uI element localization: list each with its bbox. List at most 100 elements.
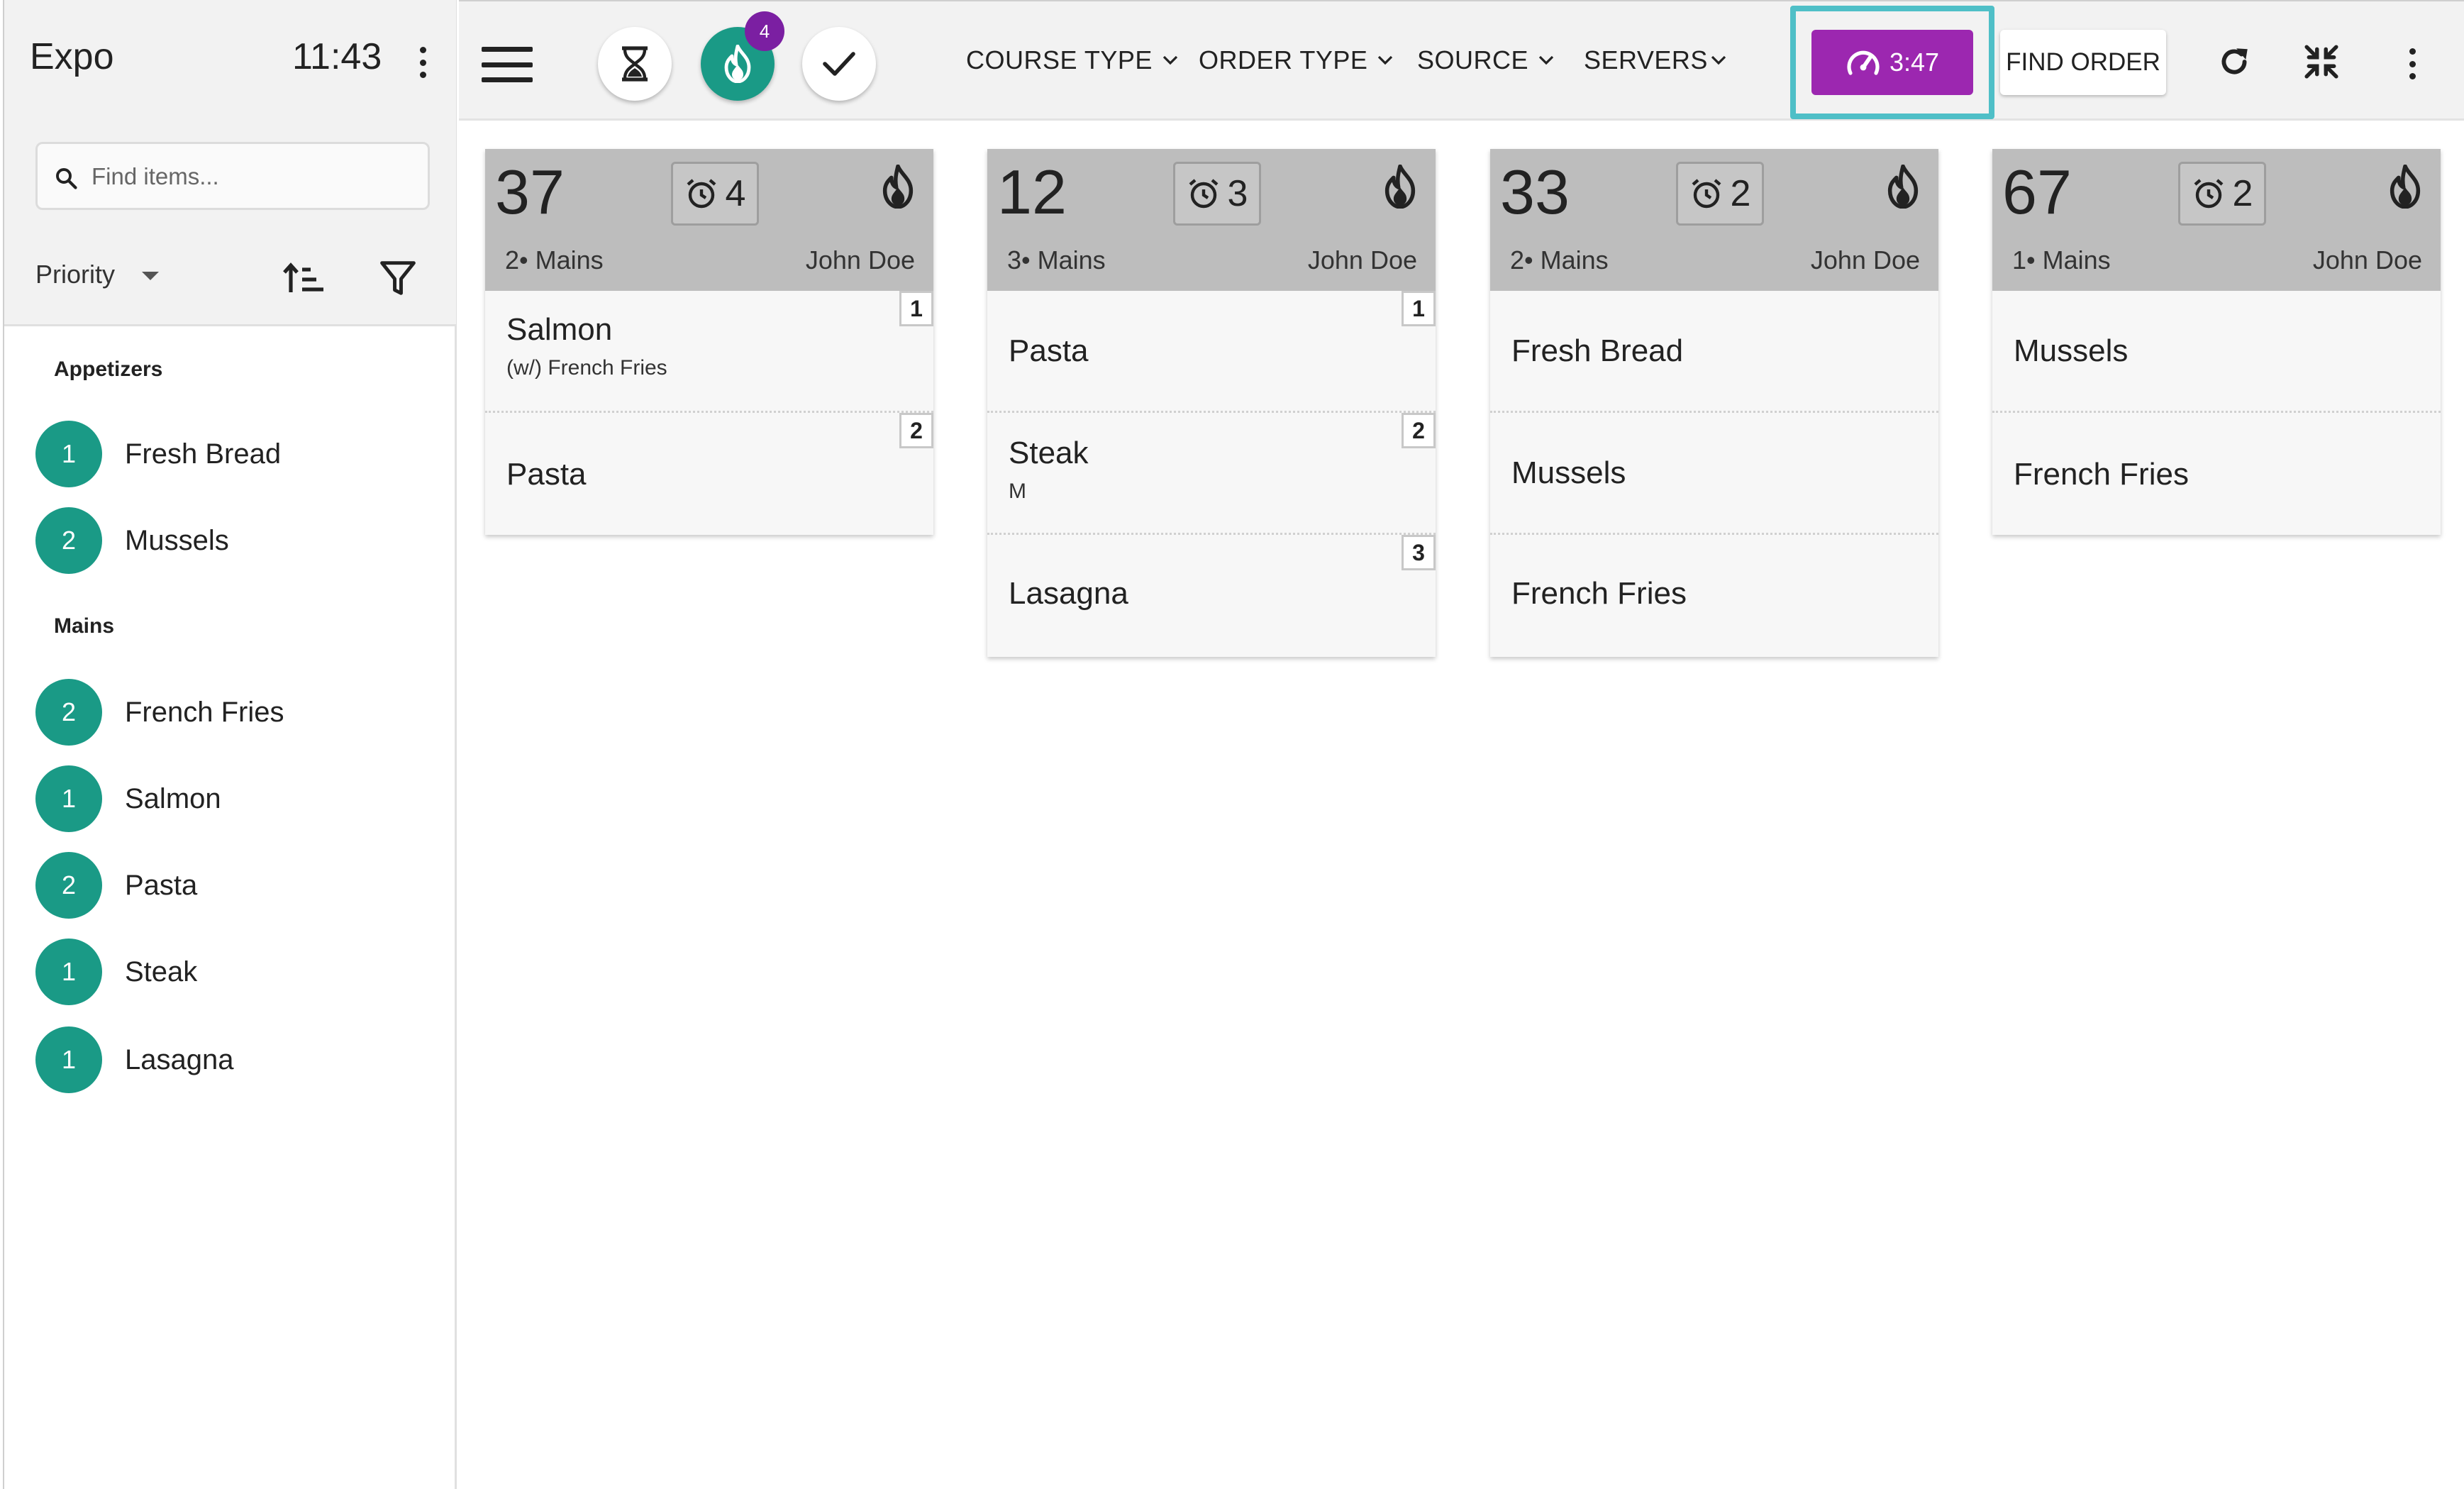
item-modifier: (w/) French Fries — [506, 356, 667, 380]
item-name: Steak — [1009, 436, 1089, 470]
sidebar-header: Expo 11:43 Priority — [4, 0, 456, 326]
sidebar-item-label: Fresh Bread — [125, 438, 282, 470]
order-card-67[interactable]: 67 2 1• Mains John Doe Mussels French Fr… — [1992, 149, 2441, 535]
seat-badge: 2 — [1402, 413, 1436, 448]
chevron-down-icon — [1162, 55, 1178, 65]
sidebar-menu-icon[interactable] — [416, 47, 430, 78]
chevron-down-icon — [1378, 55, 1393, 65]
alarm-clock-icon — [1692, 179, 1721, 209]
source-filter[interactable]: SOURCE — [1417, 45, 1554, 75]
sort-select[interactable]: Priority — [35, 260, 160, 289]
order-item[interactable]: Lasagna 3 — [987, 535, 1436, 657]
order-card-12[interactable]: 12 3 3• Mains John Doe Pasta 1 Steak M 2… — [987, 149, 1436, 657]
order-item[interactable]: Steak M 2 — [987, 413, 1436, 535]
alarm-badge[interactable]: 4 — [671, 162, 759, 226]
timer-value: 3:47 — [1889, 48, 1940, 77]
seat-badge: 2 — [899, 413, 933, 448]
order-card-header: 67 2 1• Mains John Doe — [1992, 149, 2441, 291]
more-options-icon[interactable] — [2405, 48, 2419, 79]
filter-label: COURSE TYPE — [966, 45, 1153, 74]
refresh-icon[interactable] — [2216, 44, 2252, 79]
average-time-button[interactable]: 3:47 — [1811, 30, 1973, 95]
chevron-down-icon — [1538, 55, 1554, 65]
sidebar-item-label: Mussels — [125, 524, 229, 556]
order-item[interactable]: French Fries — [1992, 413, 2441, 535]
search-icon — [56, 168, 77, 189]
flame-icon — [1384, 165, 1416, 209]
course-type-filter[interactable]: COURSE TYPE — [966, 45, 1178, 75]
alarm-badge[interactable]: 2 — [1676, 162, 1764, 226]
section-label-appetizers: Appetizers — [54, 358, 163, 381]
alarm-clock-icon — [687, 179, 716, 209]
count-badge: 1 — [35, 1026, 102, 1093]
server-name: John Doe — [1307, 245, 1417, 275]
hourglass-icon — [622, 46, 648, 82]
order-item[interactable]: French Fries — [1490, 535, 1938, 657]
hamburger-menu-icon[interactable] — [482, 47, 533, 82]
sort-order-icon[interactable] — [282, 261, 325, 297]
compress-icon[interactable] — [2304, 44, 2339, 79]
order-number: 33 — [1500, 157, 1570, 227]
course-info: 1• Mains — [2012, 245, 2111, 275]
order-card-header: 12 3 3• Mains John Doe — [987, 149, 1436, 291]
order-card-header: 33 2 2• Mains John Doe — [1490, 149, 1938, 291]
course-info: 2• Mains — [1510, 245, 1609, 275]
item-name: French Fries — [2014, 457, 2189, 492]
alarm-clock-icon — [1189, 179, 1218, 209]
filter-label: ORDER TYPE — [1199, 45, 1368, 74]
server-name: John Doe — [1810, 245, 1920, 275]
order-item[interactable]: Fresh Bread — [1490, 291, 1938, 413]
servers-filter[interactable]: SERVERS — [1584, 45, 1726, 75]
order-type-filter[interactable]: ORDER TYPE — [1199, 45, 1393, 75]
count-badge: 1 — [35, 939, 102, 1005]
sidebar-item-french-fries[interactable]: 2 French Fries — [35, 677, 284, 748]
order-number: 37 — [495, 157, 565, 227]
order-number: 67 — [2002, 157, 2072, 227]
find-order-button[interactable]: FIND ORDER — [2000, 30, 2166, 95]
pending-orders-button[interactable] — [598, 27, 672, 101]
expo-screen: Expo 11:43 Priority — [0, 0, 2464, 1489]
alarm-clock-icon — [2194, 179, 2223, 209]
flame-icon — [882, 165, 914, 209]
alarm-badge[interactable]: 2 — [2178, 162, 2266, 226]
section-label-mains: Mains — [54, 614, 115, 638]
flame-icon — [724, 45, 751, 83]
sidebar-item-lasagna[interactable]: 1 Lasagna — [35, 1024, 233, 1095]
sidebar-item-salmon[interactable]: 1 Salmon — [35, 763, 221, 834]
alarm-count: 2 — [1730, 173, 1751, 214]
sidebar-item-mussels[interactable]: 2 Mussels — [35, 505, 229, 576]
chevron-down-icon — [1711, 55, 1726, 65]
alarm-count: 3 — [1227, 173, 1248, 214]
search-box[interactable] — [35, 142, 430, 210]
order-item[interactable]: Pasta 2 — [485, 413, 933, 535]
sidebar-item-pasta[interactable]: 2 Pasta — [35, 850, 197, 921]
alarm-badge[interactable]: 3 — [1173, 162, 1261, 226]
order-item[interactable]: Mussels — [1490, 413, 1938, 535]
sidebar-item-steak[interactable]: 1 Steak — [35, 936, 197, 1007]
filter-icon[interactable] — [379, 258, 417, 298]
item-name: Pasta — [1009, 333, 1089, 368]
caret-down-icon — [142, 272, 160, 280]
seat-badge: 1 — [1402, 291, 1436, 326]
sidebar: Expo 11:43 Priority — [3, 0, 457, 1489]
item-name: Pasta — [506, 457, 587, 492]
filter-label: SERVERS — [1584, 45, 1708, 74]
search-input[interactable] — [91, 157, 418, 196]
alarm-count: 4 — [725, 173, 746, 214]
seat-badge: 1 — [899, 291, 933, 326]
sidebar-item-label: Steak — [125, 956, 198, 987]
course-info: 2• Mains — [505, 245, 604, 275]
sidebar-item-label: Salmon — [125, 782, 221, 814]
order-item[interactable]: Pasta 1 — [987, 291, 1436, 413]
item-name: Lasagna — [1009, 576, 1128, 611]
order-item[interactable]: Salmon (w/) French Fries 1 — [485, 291, 933, 413]
order-item[interactable]: Mussels — [1992, 291, 2441, 413]
order-number: 12 — [997, 157, 1067, 227]
item-name: Mussels — [1511, 455, 1626, 490]
alarm-count: 2 — [2232, 173, 2253, 214]
flame-icon — [2390, 165, 2421, 209]
order-card-37[interactable]: 37 4 2• Mains John Doe Salmon (w/) Frenc… — [485, 149, 933, 535]
sidebar-item-fresh-bread[interactable]: 1 Fresh Bread — [35, 419, 281, 489]
completed-orders-button[interactable] — [802, 27, 876, 101]
order-card-33[interactable]: 33 2 2• Mains John Doe Fresh Bread Musse… — [1490, 149, 1938, 657]
